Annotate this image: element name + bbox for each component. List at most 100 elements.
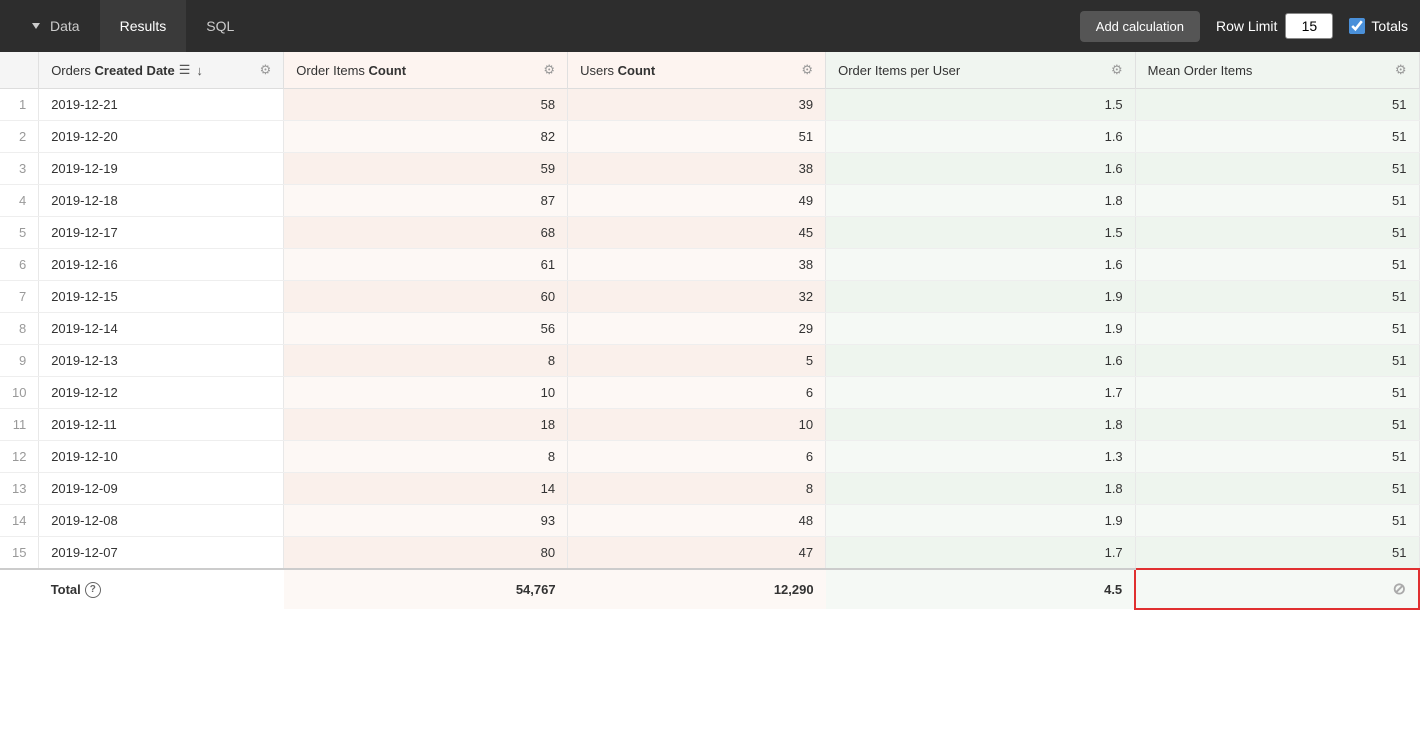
row-limit-section: Row Limit — [1216, 13, 1333, 39]
row-order-items: 56 — [284, 313, 568, 345]
row-mean: 51 — [1135, 121, 1419, 153]
tab-sql-label: SQL — [206, 18, 234, 34]
row-order-items: 8 — [284, 345, 568, 377]
row-num: 1 — [0, 89, 39, 121]
row-mean: 51 — [1135, 505, 1419, 537]
row-items-per-user: 1.6 — [826, 121, 1136, 153]
col-date-label: Orders Created Date — [51, 63, 175, 78]
tab-sql[interactable]: SQL — [186, 0, 254, 52]
row-order-items: 82 — [284, 121, 568, 153]
row-order-items: 58 — [284, 89, 568, 121]
row-date: 2019-12-10 — [39, 441, 284, 473]
table-row: 4 2019-12-18 87 49 1.8 51 — [0, 185, 1419, 217]
total-items-per-user: 4.5 — [826, 569, 1136, 609]
row-order-items: 14 — [284, 473, 568, 505]
table-row: 10 2019-12-12 10 6 1.7 51 — [0, 377, 1419, 409]
row-items-per-user: 1.8 — [826, 185, 1136, 217]
row-order-items: 61 — [284, 249, 568, 281]
col-users-gear-icon[interactable]: ⚙ — [801, 62, 813, 78]
row-users: 6 — [568, 441, 826, 473]
row-mean: 51 — [1135, 377, 1419, 409]
row-mean: 51 — [1135, 153, 1419, 185]
row-num: 9 — [0, 345, 39, 377]
row-mean: 51 — [1135, 473, 1419, 505]
row-date: 2019-12-14 — [39, 313, 284, 345]
row-order-items: 80 — [284, 537, 568, 570]
row-users: 48 — [568, 505, 826, 537]
sort-desc-icon[interactable]: ↓ — [196, 63, 203, 78]
row-items-per-user: 1.6 — [826, 153, 1136, 185]
row-date: 2019-12-17 — [39, 217, 284, 249]
row-users: 38 — [568, 153, 826, 185]
row-items-per-user: 1.8 — [826, 473, 1136, 505]
row-users: 39 — [568, 89, 826, 121]
table-header-row: Orders Created Date ☰ ↓ ⚙ Order Items Co… — [0, 52, 1419, 89]
col-header-items-per-user: Order Items per User ⚙ — [826, 52, 1136, 89]
tab-results-label: Results — [120, 18, 167, 34]
col-order-items-label: Order Items Count — [296, 63, 406, 78]
col-order-items-gear-icon[interactable]: ⚙ — [543, 62, 555, 78]
row-users: 5 — [568, 345, 826, 377]
row-num: 14 — [0, 505, 39, 537]
row-num: 2 — [0, 121, 39, 153]
results-table-container: Orders Created Date ☰ ↓ ⚙ Order Items Co… — [0, 52, 1420, 610]
table-row: 8 2019-12-14 56 29 1.9 51 — [0, 313, 1419, 345]
row-users: 29 — [568, 313, 826, 345]
row-order-items: 93 — [284, 505, 568, 537]
add-calculation-button[interactable]: Add calculation — [1080, 11, 1200, 42]
row-date: 2019-12-20 — [39, 121, 284, 153]
row-items-per-user: 1.5 — [826, 89, 1136, 121]
table-row: 6 2019-12-16 61 38 1.6 51 — [0, 249, 1419, 281]
table-row: 15 2019-12-07 80 47 1.7 51 — [0, 537, 1419, 570]
row-mean: 51 — [1135, 313, 1419, 345]
row-mean: 51 — [1135, 89, 1419, 121]
results-table: Orders Created Date ☰ ↓ ⚙ Order Items Co… — [0, 52, 1420, 610]
col-items-per-user-gear-icon[interactable]: ⚙ — [1111, 62, 1123, 78]
row-num: 6 — [0, 249, 39, 281]
row-num: 5 — [0, 217, 39, 249]
row-limit-label: Row Limit — [1216, 18, 1277, 34]
row-num: 11 — [0, 409, 39, 441]
row-num: 15 — [0, 537, 39, 570]
row-mean: 51 — [1135, 345, 1419, 377]
col-mean-gear-icon[interactable]: ⚙ — [1395, 62, 1407, 78]
toolbar: Data Results SQL Add calculation Row Lim… — [0, 0, 1420, 52]
tab-results[interactable]: Results — [100, 0, 187, 52]
row-order-items: 60 — [284, 281, 568, 313]
row-users: 8 — [568, 473, 826, 505]
table-row: 14 2019-12-08 93 48 1.9 51 — [0, 505, 1419, 537]
col-items-per-user-label: Order Items per User — [838, 63, 960, 78]
col-date-gear-icon[interactable]: ⚙ — [260, 62, 272, 78]
row-users: 49 — [568, 185, 826, 217]
row-date: 2019-12-19 — [39, 153, 284, 185]
total-row-num — [0, 569, 39, 609]
row-mean: 51 — [1135, 441, 1419, 473]
row-users: 6 — [568, 377, 826, 409]
totals-checkbox[interactable] — [1349, 18, 1365, 34]
row-date: 2019-12-18 — [39, 185, 284, 217]
filter-icon[interactable]: ☰ — [179, 62, 191, 78]
table-row: 11 2019-12-11 18 10 1.8 51 — [0, 409, 1419, 441]
row-order-items: 68 — [284, 217, 568, 249]
row-items-per-user: 1.7 — [826, 377, 1136, 409]
tab-data[interactable]: Data — [12, 0, 100, 52]
table-body: 1 2019-12-21 58 39 1.5 51 2 2019-12-20 8… — [0, 89, 1419, 570]
table-row: 2 2019-12-20 82 51 1.6 51 — [0, 121, 1419, 153]
col-header-users-count: Users Count ⚙ — [568, 52, 826, 89]
row-mean: 51 — [1135, 185, 1419, 217]
total-info-icon[interactable]: ? — [85, 582, 101, 598]
row-mean: 51 — [1135, 409, 1419, 441]
row-items-per-user: 1.8 — [826, 409, 1136, 441]
row-num: 4 — [0, 185, 39, 217]
table-row: 5 2019-12-17 68 45 1.5 51 — [0, 217, 1419, 249]
row-num: 10 — [0, 377, 39, 409]
row-mean: 51 — [1135, 281, 1419, 313]
totals-section: Totals — [1349, 18, 1408, 34]
row-date: 2019-12-21 — [39, 89, 284, 121]
total-row: Total ? 54,767 12,290 4.5 ⊘ — [0, 569, 1419, 609]
table-row: 12 2019-12-10 8 6 1.3 51 — [0, 441, 1419, 473]
tab-data-label: Data — [50, 18, 80, 34]
table-row: 9 2019-12-13 8 5 1.6 51 — [0, 345, 1419, 377]
row-limit-input[interactable] — [1285, 13, 1333, 39]
row-items-per-user: 1.7 — [826, 537, 1136, 570]
